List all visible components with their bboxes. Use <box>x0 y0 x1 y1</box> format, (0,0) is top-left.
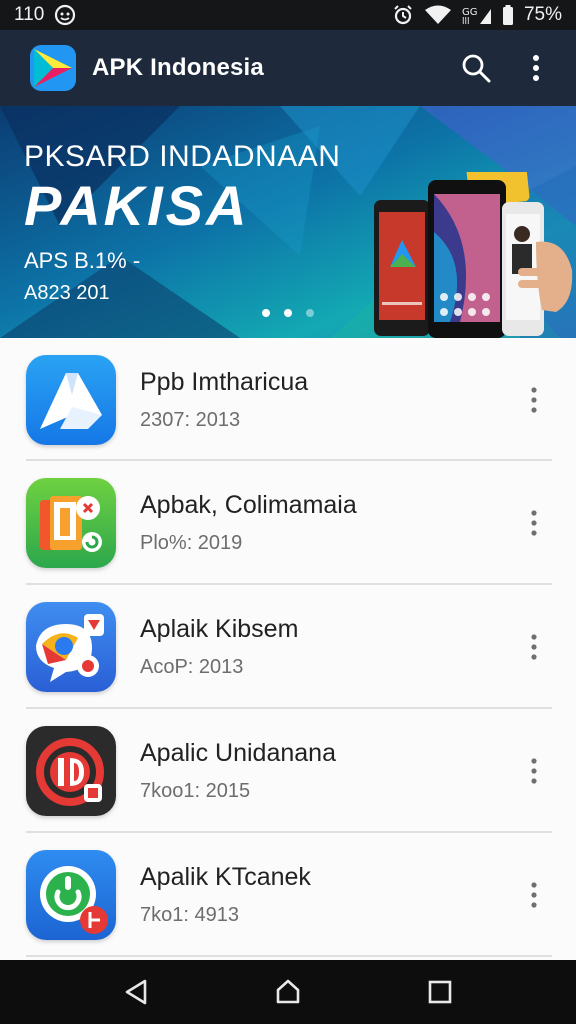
overflow-menu-icon <box>531 758 537 784</box>
blue-map-app-icon <box>26 602 116 692</box>
phones-illustration <box>374 172 573 338</box>
app-subtitle: 7koo1: 2015 <box>140 780 251 802</box>
app-title: APK Indonesia <box>92 54 264 81</box>
battery-level: 75% <box>523 4 562 25</box>
blue-green-power-app-icon <box>26 850 116 940</box>
app-subtitle: 7ko1: 4913 <box>140 904 239 926</box>
carousel-dot-active[interactable] <box>284 309 292 317</box>
recents-icon <box>428 980 452 1004</box>
overflow-menu-icon <box>531 882 537 908</box>
home-button[interactable] <box>258 962 318 1022</box>
list-item[interactable]: Aplaik Kibsem AcoP: 2013 <box>0 585 576 709</box>
list-item[interactable]: Apalik KTcanek 7ko1: 4913 <box>0 833 576 957</box>
green-docs-app-icon <box>26 478 116 568</box>
promo-banner[interactable]: PKSARD INDADNAAN PAKISA APS B.1% - A823 … <box>0 106 576 338</box>
list-item[interactable]: Apbak, Colimamaia Plo%: 2019 <box>0 461 576 585</box>
app-notification-icon <box>54 4 76 26</box>
app-bar: APK Indonesia <box>0 30 576 106</box>
wifi-icon <box>424 5 452 25</box>
app-title: Aplaik Kibsem <box>140 615 299 643</box>
app-subtitle: 2307: 2013 <box>140 408 241 431</box>
item-overflow-button[interactable] <box>514 493 554 553</box>
home-icon <box>276 979 300 1004</box>
dark-red-app-icon <box>26 726 116 816</box>
app-title: Apbak, Colimamaia <box>140 491 357 519</box>
app-title: Ppb Imtharicua <box>140 367 309 396</box>
carousel-dot[interactable] <box>306 309 314 317</box>
blue-arrow-app-icon <box>26 354 116 445</box>
overflow-menu-icon <box>531 386 537 413</box>
app-title: Apalik KTcanek <box>140 863 311 891</box>
overflow-menu-icon <box>531 634 537 660</box>
status-time: 110 <box>14 4 45 25</box>
list-item[interactable]: Ppb Imtharicua 2307: 2013 <box>0 338 576 461</box>
app-logo[interactable] <box>30 45 76 91</box>
app-subtitle: AcoP: 2013 <box>140 656 244 678</box>
banner-title: PAKISA <box>24 174 250 237</box>
system-nav-bar <box>0 960 576 1024</box>
overflow-menu-button[interactable] <box>514 46 558 90</box>
search-icon <box>462 54 491 83</box>
item-overflow-button[interactable] <box>514 370 554 430</box>
banner-headline: PKSARD INDADNAAN <box>24 140 341 173</box>
overflow-menu-icon <box>531 510 537 536</box>
banner-text: PKSARD INDADNAAN PAKISA APS B.1% - A823 … <box>24 140 340 305</box>
back-icon <box>125 979 147 1005</box>
status-bar: 110 GG lll 75% <box>0 0 576 30</box>
item-overflow-button[interactable] <box>514 617 554 677</box>
overflow-menu-icon <box>533 55 539 81</box>
signal-icon: GG lll <box>462 5 492 25</box>
carousel-indicator <box>262 309 314 317</box>
search-button[interactable] <box>454 46 498 90</box>
app-list: Ppb Imtharicua 2307: 2013 Apbak, Colimam <box>0 338 576 960</box>
svg-text:lll: lll <box>462 17 470 25</box>
alarm-icon <box>392 4 414 26</box>
app-title: Apalic Unidanana <box>140 739 336 767</box>
back-button[interactable] <box>106 962 166 1022</box>
battery-icon <box>502 5 514 25</box>
item-overflow-button[interactable] <box>514 741 554 801</box>
banner-caption: A823 201 <box>24 282 110 304</box>
recents-button[interactable] <box>410 962 470 1022</box>
list-item[interactable]: Apalic Unidanana 7koo1: 2015 <box>0 709 576 833</box>
banner-subtitle: APS B.1% - <box>24 248 141 273</box>
item-overflow-button[interactable] <box>514 865 554 925</box>
carousel-dot[interactable] <box>262 309 270 317</box>
app-subtitle: Plo%: 2019 <box>140 532 243 554</box>
